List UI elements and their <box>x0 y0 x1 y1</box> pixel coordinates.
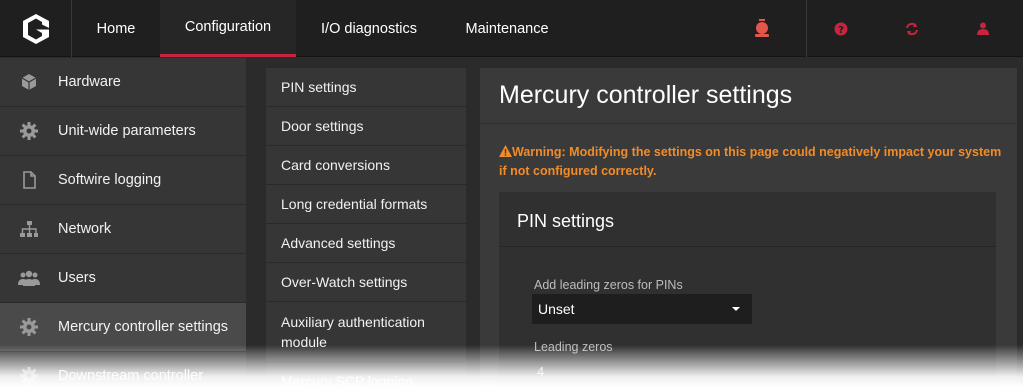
sync-icon <box>906 22 918 35</box>
submenu-item-door-settings[interactable]: Door settings <box>266 107 466 146</box>
warning-icon <box>499 145 512 157</box>
sidebar: Hardware Unit-wide parameters Softwire l… <box>0 58 246 387</box>
sidebar-item-label: Unit-wide parameters <box>58 123 196 139</box>
card-title: PIN settings <box>517 211 615 231</box>
help-icon: ? <box>834 22 848 36</box>
sidebar-item-hardware[interactable]: Hardware <box>0 58 246 107</box>
sidebar-item-label: Hardware <box>58 74 121 90</box>
app-logo[interactable] <box>0 0 72 57</box>
sync-button[interactable] <box>892 0 932 57</box>
page-title: Mercury controller settings <box>499 81 793 109</box>
sidebar-item-softwire-logging[interactable]: Softwire logging <box>0 156 246 205</box>
pin-settings-card: PIN settings Add leading zeros for PINs … <box>499 192 996 387</box>
document-icon <box>0 170 58 190</box>
sidebar-item-network[interactable]: Network <box>0 205 246 254</box>
leading-zeros-toggle-label: Add leading zeros for PINs <box>534 278 683 292</box>
leading-zeros-select[interactable]: Unset <box>532 294 752 324</box>
leading-zeros-count-value[interactable]: 4 <box>537 364 544 379</box>
cube-icon <box>0 72 58 92</box>
chevron-down-icon <box>732 307 740 311</box>
submenu-item-auxiliary-authentication-module[interactable]: Auxiliary authentication module <box>266 302 466 362</box>
nav-tab-home[interactable]: Home <box>72 0 160 57</box>
warning-text: Warning: Modifying the settings on this … <box>499 145 1002 178</box>
sidebar-item-label: Users <box>58 270 96 286</box>
sidebar-item-label: Mercury controller settings <box>58 319 229 335</box>
network-icon <box>0 219 58 239</box>
title-divider <box>480 123 1017 124</box>
alarm-icon <box>755 18 769 37</box>
card-divider <box>499 246 996 247</box>
select-value: Unset <box>538 301 575 317</box>
sidebar-item-users[interactable]: Users <box>0 254 246 303</box>
sidebar-item-label: Softwire logging <box>58 172 162 188</box>
leading-zeros-count-label: Leading zeros <box>534 340 613 354</box>
gear-icon <box>0 121 58 141</box>
submenu-item-over-watch-settings[interactable]: Over-Watch settings <box>266 263 466 302</box>
main-panel: Mercury controller settings Warning: Mod… <box>480 68 1017 387</box>
submenu-item-advanced-settings[interactable]: Advanced settings <box>266 224 466 263</box>
submenu-item-pin-settings[interactable]: PIN settings <box>266 68 466 107</box>
sidebar-item-label: Network <box>58 221 112 237</box>
sidebar-item-downstream-controller[interactable]: Downstream controller <box>0 352 246 387</box>
nav-tab-io-diagnostics[interactable]: I/O diagnostics <box>296 0 442 57</box>
gear-icon <box>0 317 58 337</box>
alarm-button[interactable] <box>742 0 782 57</box>
nav-tab-maintenance[interactable]: Maintenance <box>442 0 572 57</box>
sidebar-item-mercury-controller-settings[interactable]: Mercury controller settings <box>0 303 246 352</box>
gear-icon <box>0 366 58 386</box>
logo-icon <box>22 13 49 44</box>
help-button[interactable]: ? <box>821 0 861 57</box>
nav-separator <box>806 0 807 57</box>
sidebar-item-label: Downstream controller <box>58 368 204 384</box>
submenu-item-mercury-scp-logging[interactable]: Mercury SCP logging <box>266 362 466 387</box>
warning-message: Warning: Modifying the settings on this … <box>499 143 1009 181</box>
submenu-item-card-conversions[interactable]: Card conversions <box>266 146 466 185</box>
user-icon <box>977 22 989 35</box>
svg-text:?: ? <box>838 25 844 36</box>
submenu-item-long-credential-formats[interactable]: Long credential formats <box>266 185 466 224</box>
users-icon <box>0 269 58 287</box>
sidebar-item-unit-wide-parameters[interactable]: Unit-wide parameters <box>0 107 246 156</box>
settings-submenu: PIN settings Door settings Card conversi… <box>266 68 466 387</box>
nav-tab-configuration[interactable]: Configuration <box>160 0 296 57</box>
top-nav: Home Configuration I/O diagnostics Maint… <box>0 0 1023 57</box>
user-button[interactable] <box>963 0 1003 57</box>
